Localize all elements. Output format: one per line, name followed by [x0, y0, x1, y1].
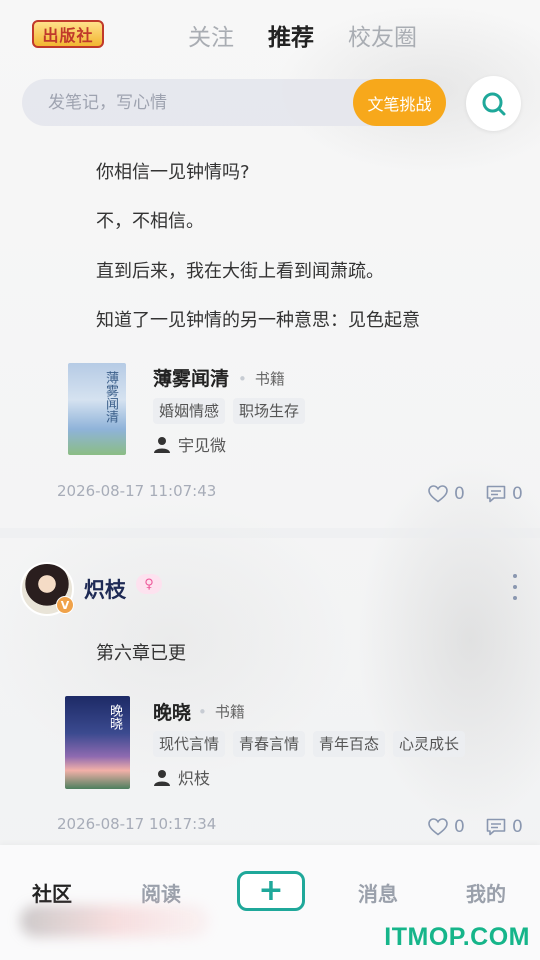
post-divider [0, 528, 540, 538]
nav-community[interactable]: 社区 [32, 878, 72, 907]
book-tags: 婚姻情感 职场生存 [153, 398, 306, 424]
comment-button[interactable]: 0 [486, 484, 523, 504]
top-bar: 出版社 关注 推荐 校友圈 [0, 0, 540, 70]
tab-following[interactable]: 关注 [188, 18, 234, 52]
like-count: 0 [454, 484, 465, 504]
search-button[interactable] [466, 76, 521, 131]
dot [513, 596, 517, 600]
book-cover-title: 薄雾闻清 [103, 371, 118, 423]
book-tag[interactable]: 青春言情 [233, 731, 306, 757]
book-tag[interactable]: 青年百态 [313, 731, 386, 757]
dot [513, 585, 517, 589]
book-title[interactable]: 晚晓 [153, 698, 191, 725]
book-author-name: 宇见微 [178, 436, 227, 455]
comment-button[interactable]: 0 [486, 817, 523, 837]
post-text-line: 不，不相信。 [96, 211, 204, 232]
book-tag[interactable]: 职场生存 [233, 398, 306, 424]
heart-icon [428, 485, 448, 503]
book-author[interactable]: 宇见微 [154, 432, 226, 456]
book-cover[interactable]: 晚晓 [65, 696, 130, 789]
book-tag[interactable]: 婚姻情感 [153, 398, 226, 424]
book-title[interactable]: 薄雾闻清 [153, 364, 229, 391]
female-gender-icon: ♀ [136, 574, 162, 594]
tab-alumni-circle[interactable]: 校友圈 [348, 18, 417, 52]
like-button[interactable]: 0 [428, 484, 465, 504]
writing-challenge-button[interactable]: 文笔挑战 [353, 79, 446, 126]
comment-count: 0 [512, 817, 523, 837]
nav-profile[interactable]: 我的 [466, 878, 506, 907]
comment-icon [486, 818, 506, 836]
feed-tabs: 关注 推荐 校友圈 [188, 18, 417, 52]
book-cover-title: 晚晓 [107, 704, 122, 730]
post-timestamp: 2026-08-17 11:07:43 [57, 482, 217, 500]
verified-badge: V [56, 596, 74, 614]
book-tag[interactable]: 心灵成长 [393, 731, 466, 757]
book-author[interactable]: 炽枝 [154, 765, 210, 789]
person-icon [154, 769, 170, 786]
tab-recommended[interactable]: 推荐 [268, 18, 314, 52]
create-post-button[interactable]: + [237, 871, 305, 911]
watermark: ITMOP.COM [384, 923, 530, 951]
post-username[interactable]: 炽枝 [84, 574, 126, 604]
book-cover[interactable]: 薄雾闻清 [68, 363, 126, 455]
nav-reading[interactable]: 阅读 [141, 878, 181, 907]
comment-icon [486, 485, 506, 503]
app-logo[interactable]: 出版社 [32, 20, 104, 48]
book-tag[interactable]: 现代言情 [153, 731, 226, 757]
post-timestamp: 2026-08-17 10:17:34 [57, 815, 217, 833]
more-options-button[interactable] [510, 574, 520, 600]
note-compose-bar: 文笔挑战 [22, 79, 446, 126]
search-icon [482, 92, 505, 115]
dot [513, 574, 517, 578]
bottom-navigation: 社区 阅读 + 消息 我的 ITMOP.COM [0, 845, 540, 960]
comment-count: 0 [512, 484, 523, 504]
community-page: 出版社 关注 推荐 校友圈 文笔挑战 你相信一见钟情吗? 不，不相信。 直到后来… [0, 0, 540, 960]
book-type-label: 书籍 [198, 701, 245, 722]
plus-icon: + [258, 873, 284, 908]
nav-messages[interactable]: 消息 [358, 878, 398, 907]
post-text-line: 直到后来，我在大街上看到闻萧疏。 [96, 261, 384, 282]
note-input[interactable] [48, 91, 338, 115]
book-tags: 现代言情 青春言情 青年百态 心灵成长 [153, 731, 466, 757]
like-count: 0 [454, 817, 465, 837]
book-type-label: 书籍 [238, 368, 285, 389]
book-author-name: 炽枝 [178, 769, 211, 788]
blurred-overlay [20, 905, 210, 937]
post-text-line: 你相信一见钟情吗? [96, 162, 250, 183]
person-icon [154, 436, 170, 453]
like-button[interactable]: 0 [428, 817, 465, 837]
post-text-line: 知道了一见钟情的另一种意思：见色起意 [96, 310, 420, 331]
post-text-line: 第六章已更 [96, 643, 186, 664]
heart-icon [428, 818, 448, 836]
